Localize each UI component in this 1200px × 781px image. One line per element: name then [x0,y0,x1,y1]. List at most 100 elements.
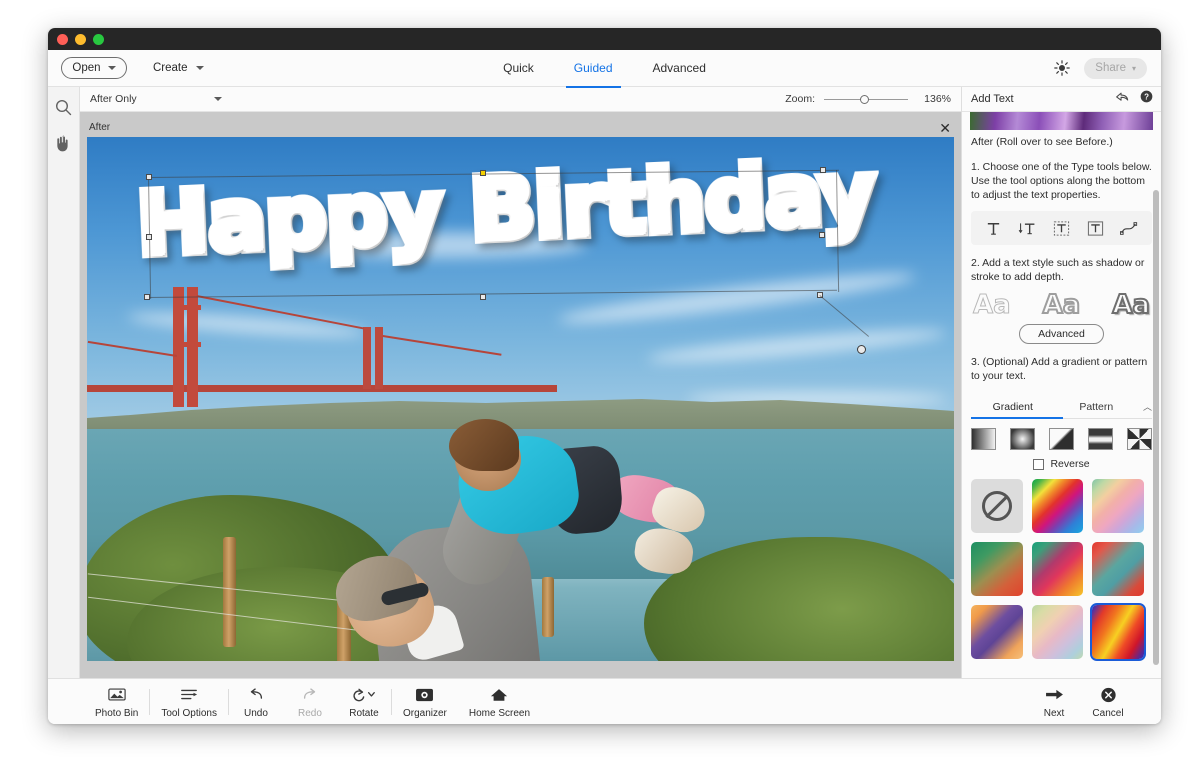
before-after-thumbnail[interactable] [970,112,1153,130]
zoom-slider[interactable] [824,99,908,100]
magnifier-icon[interactable] [54,98,73,117]
home-screen-label: Home Screen [469,708,530,719]
close-icon[interactable]: ✕ [939,121,951,135]
application-window: Open Create Quick Guided Advanced [48,28,1161,724]
chevron-down-icon [196,66,204,70]
next-label: Next [1044,708,1065,719]
panel-header: Add Text ? [962,87,1161,112]
redo-label: Redo [298,708,322,719]
rotate-button[interactable]: Rotate [337,679,391,724]
text-on-custom-path-tool-icon[interactable] [1119,218,1139,238]
chevron-down-icon: ▾ [1132,64,1136,73]
reverse-row: Reverse [971,458,1152,470]
panel-title: Add Text [971,93,1014,105]
canvas-header: After ✕ [87,118,954,137]
create-button[interactable]: Create [149,60,208,76]
tab-gradient[interactable]: Gradient [971,396,1055,418]
next-button[interactable]: Next [1027,685,1081,719]
main-body: After Only Zoom: 136% After ✕ [48,87,1161,724]
gradient-swatch[interactable] [1092,542,1144,596]
home-screen-button[interactable]: Home Screen [458,679,541,724]
panel-content: After (Roll over to see Before.) 1. Choo… [962,112,1161,724]
step-3-instruction: 3. (Optional) Add a gradient or pattern … [971,355,1152,383]
view-mode-select[interactable]: After Only [90,93,222,105]
panel-scrollbar[interactable] [1153,190,1159,665]
radial-gradient-type[interactable] [1010,428,1035,450]
photo-bin-icon [108,685,126,705]
gradient-swatch-none[interactable] [971,479,1023,533]
create-button-label: Create [153,62,188,74]
thumbnail-caption: After (Roll over to see Before.) [971,135,1152,149]
editor-area: After Only Zoom: 136% After ✕ [80,87,961,724]
reflected-gradient-type[interactable] [1088,428,1113,450]
tool-rail [48,87,80,724]
diamond-gradient-type[interactable] [1127,428,1152,450]
gradient-swatch[interactable] [1092,479,1144,533]
help-icon[interactable]: ? [1140,90,1153,108]
window-titlebar [48,28,1161,50]
tool-options-label: Tool Options [161,708,217,719]
vertical-type-mask-tool-icon[interactable] [1085,218,1105,238]
rotate-icon [351,685,377,705]
gradient-swatch[interactable] [971,605,1023,659]
undo-button[interactable]: Undo [229,679,283,724]
tab-pattern[interactable]: Pattern [1055,396,1139,418]
reverse-checkbox[interactable] [1033,459,1044,470]
linear-gradient-type[interactable] [971,428,996,450]
menubar: Open Create Quick Guided Advanced [48,50,1161,87]
gradient-swatch[interactable] [971,542,1023,596]
text-layer[interactable]: Happy Birthday Happy Birthday [87,137,954,661]
gradient-swatch[interactable] [1032,605,1084,659]
zoom-slider-thumb[interactable] [860,95,869,104]
advanced-button[interactable]: Advanced [1019,324,1104,344]
share-button[interactable]: Share ▾ [1084,58,1147,79]
photo-bin-button[interactable]: Photo Bin [84,679,149,724]
reset-icon[interactable] [1114,90,1129,108]
zoom-label: Zoom: [785,93,815,105]
vertical-type-tool-icon[interactable] [1018,218,1038,238]
window-maximize-button[interactable] [93,34,104,45]
gradient-swatch-selected[interactable] [1092,605,1144,659]
gradient-swatch[interactable] [1032,479,1084,533]
open-button[interactable]: Open [61,57,127,79]
brightness-icon[interactable] [1054,60,1070,76]
bottom-toolbar-left: Photo Bin Tool Options [48,679,541,724]
mode-tabs: Quick Guided Advanced [48,50,1161,86]
hand-icon[interactable] [54,134,73,153]
style-thick-stroke[interactable]: Aa [1043,292,1081,318]
window-close-button[interactable] [57,34,68,45]
window-minimize-button[interactable] [75,34,86,45]
advanced-button-wrapper: Advanced [971,324,1152,344]
zoom-value: 136% [917,93,951,105]
home-icon [490,685,508,705]
artwork-text: Happy Birthday [135,143,877,275]
horizontal-type-mask-tool-icon[interactable] [1051,218,1071,238]
chevron-down-icon [108,66,116,70]
tab-guided[interactable]: Guided [570,52,617,85]
chevron-up-icon[interactable]: ︿ [1138,400,1152,413]
angle-gradient-type[interactable] [1049,428,1074,450]
fill-type-tabs: Gradient Pattern ︿ [971,395,1152,419]
tab-underline [971,417,1063,419]
step-1-instruction: 1. Choose one of the Type tools below. U… [971,160,1152,202]
tool-options-button[interactable]: Tool Options [150,679,228,724]
share-button-label: Share [1095,62,1126,74]
tab-advanced[interactable]: Advanced [649,52,710,85]
artwork-text-fill: Happy Birthday [135,143,877,275]
style-thin-stroke[interactable]: Aa [973,292,1011,318]
cancel-icon [1100,685,1117,705]
redo-button[interactable]: Redo [283,679,337,724]
menubar-right-group: Share ▾ [1054,58,1161,79]
type-tools-group [971,211,1152,245]
canvas-wrapper: After ✕ [80,112,961,724]
organizer-label: Organizer [403,708,447,719]
gradient-swatch[interactable] [1032,542,1084,596]
cancel-button[interactable]: Cancel [1081,685,1135,719]
tab-quick[interactable]: Quick [499,52,538,85]
organizer-button[interactable]: Organizer [392,679,458,724]
horizontal-type-tool-icon[interactable] [984,218,1004,238]
style-stroke-shadow[interactable]: Aa [1112,292,1150,318]
photo-canvas[interactable]: Happy Birthday Happy Birthday [87,137,954,661]
bottom-toolbar: Photo Bin Tool Options [48,678,1161,724]
redo-icon [301,685,319,705]
